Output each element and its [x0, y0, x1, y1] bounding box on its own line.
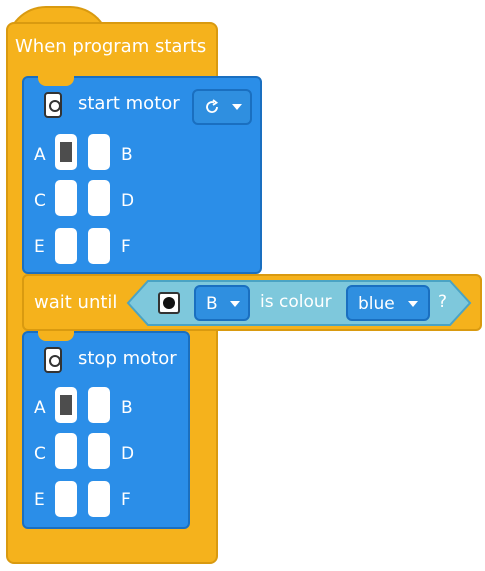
chevron-down-icon [408, 301, 418, 307]
chevron-down-icon [232, 104, 242, 110]
block-notch [38, 76, 74, 86]
port-b-toggle[interactable] [88, 134, 110, 170]
port-letter-b: B [121, 398, 133, 418]
port-e-toggle[interactable] [55, 228, 77, 264]
port-d-toggle[interactable] [88, 433, 110, 469]
hat-block-title: When program starts [15, 36, 207, 57]
port-f-toggle[interactable] [88, 228, 110, 264]
port-letter-d: D [121, 191, 135, 211]
port-letter-b: B [121, 145, 133, 165]
chevron-down-icon [230, 301, 240, 307]
colour-value: blue [358, 294, 395, 314]
port-d-toggle[interactable] [88, 180, 110, 216]
port-letter-e: E [34, 237, 45, 257]
motor-icon [44, 347, 62, 373]
port-letter-c: C [34, 444, 46, 464]
colour-dropdown[interactable]: blue [346, 285, 430, 321]
clockwise-arrow-icon [206, 99, 219, 113]
port-letter-d: D [121, 444, 135, 464]
port-letter-a: A [34, 398, 46, 418]
sensor-port-value: B [206, 294, 218, 314]
start-motor-label: start motor [78, 93, 180, 114]
sensor-port-dropdown[interactable]: B [194, 285, 250, 321]
color-sensor-icon [158, 292, 180, 314]
port-letter-c: C [34, 191, 46, 211]
port-letter-a: A [34, 145, 46, 165]
stop-motor-label: stop motor [78, 348, 177, 369]
port-a-toggle[interactable] [55, 387, 77, 423]
is-colour-label: is colour [260, 292, 332, 312]
port-a-toggle[interactable] [55, 134, 77, 170]
motor-direction-dropdown[interactable] [192, 89, 252, 125]
port-letter-f: F [121, 237, 131, 257]
port-e-toggle[interactable] [55, 481, 77, 517]
port-b-toggle[interactable] [88, 387, 110, 423]
port-f-toggle[interactable] [88, 481, 110, 517]
block-notch [38, 331, 74, 341]
question-mark: ? [438, 292, 448, 312]
port-c-toggle[interactable] [55, 180, 77, 216]
port-letter-f: F [121, 490, 131, 510]
motor-icon [44, 92, 62, 118]
wait-until-label: wait until [34, 292, 118, 313]
port-letter-e: E [34, 490, 45, 510]
port-c-toggle[interactable] [55, 433, 77, 469]
